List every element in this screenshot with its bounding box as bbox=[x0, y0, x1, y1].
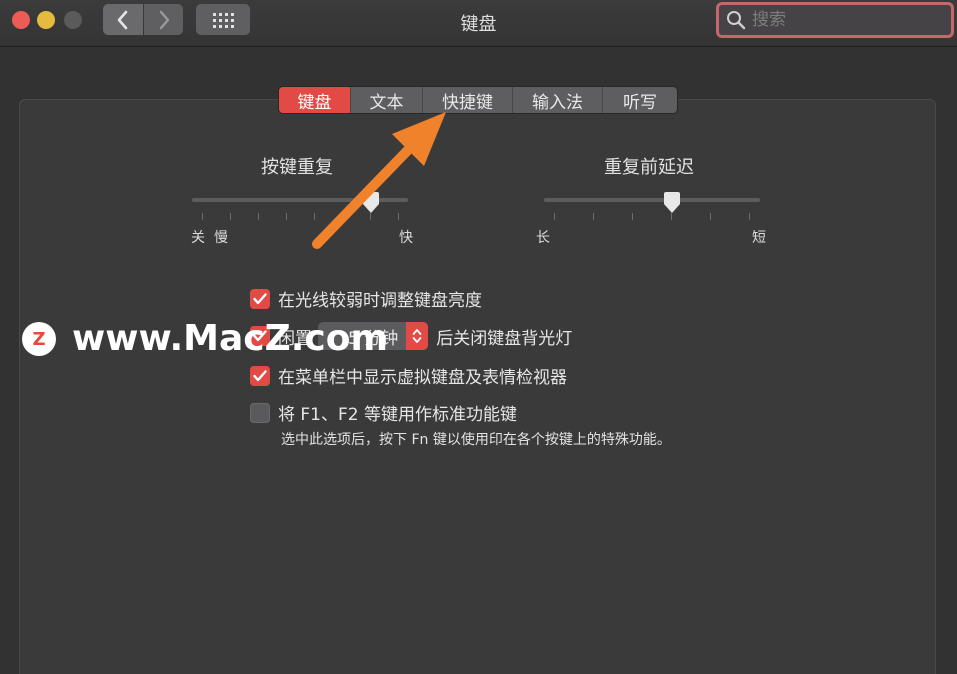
delay-repeat-track bbox=[544, 198, 760, 202]
tab-shortcuts[interactable]: 快捷键 bbox=[423, 87, 513, 113]
slider-tick bbox=[554, 213, 555, 220]
checkmark-icon bbox=[253, 369, 267, 381]
show-viewer-checkbox[interactable] bbox=[250, 365, 270, 386]
tab-input-sources[interactable]: 输入法 bbox=[513, 87, 603, 113]
adjust-brightness-label: 在光线较弱时调整键盘亮度 bbox=[278, 291, 482, 311]
fn-keys-label: 将 F1、F2 等键用作标准功能键 bbox=[278, 405, 517, 425]
slider-tick bbox=[593, 213, 594, 220]
tab-text[interactable]: 文本 bbox=[351, 87, 423, 113]
key-repeat-title: 按键重复 bbox=[261, 157, 333, 178]
adjust-brightness-option[interactable]: 在光线较弱时调整键盘亮度 bbox=[250, 286, 482, 311]
slider-tick bbox=[632, 213, 633, 220]
checkmark-icon bbox=[253, 292, 267, 304]
title-bar: 键盘 bbox=[0, 0, 957, 47]
show-viewer-label: 在菜单栏中显示虚拟键盘及表情检视器 bbox=[278, 368, 567, 388]
logo-letter: Z bbox=[32, 329, 45, 350]
key-repeat-off-label: 关 bbox=[191, 230, 205, 246]
slider-tick bbox=[671, 213, 672, 220]
fn-keys-option[interactable]: 将 F1、F2 等键用作标准功能键 bbox=[250, 400, 517, 425]
delay-repeat-title: 重复前延迟 bbox=[604, 157, 694, 178]
fn-keys-note: 选中此选项后，按下 Fn 键以使用印在各个按键上的特殊功能。 bbox=[281, 432, 671, 448]
adjust-brightness-checkbox[interactable] bbox=[250, 288, 270, 309]
watermark: Z www.MacZ.com bbox=[22, 318, 388, 359]
slider-tick bbox=[258, 213, 259, 220]
search-icon bbox=[727, 11, 746, 30]
key-repeat-thumb[interactable] bbox=[361, 192, 381, 214]
slider-tick bbox=[342, 213, 343, 220]
slider-tick bbox=[749, 213, 750, 220]
slider-tick bbox=[398, 213, 399, 220]
backlight-off-suffix: 后关闭键盘背光灯 bbox=[436, 328, 573, 349]
watermark-text: www.MacZ.com bbox=[72, 318, 388, 359]
tab-keyboard[interactable]: 键盘 bbox=[279, 87, 351, 113]
delay-short-label: 短 bbox=[752, 230, 766, 246]
slider-tick bbox=[370, 213, 371, 220]
key-repeat-slow-label: 慢 bbox=[214, 230, 228, 246]
slider-tick bbox=[286, 213, 287, 220]
fn-keys-checkbox[interactable] bbox=[250, 402, 270, 423]
slider-tick bbox=[710, 213, 711, 220]
tab-dictation[interactable]: 听写 bbox=[603, 87, 677, 113]
slider-tick bbox=[202, 213, 203, 220]
popup-arrows-icon bbox=[406, 322, 429, 350]
slider-tick bbox=[230, 213, 231, 220]
search-input[interactable] bbox=[752, 10, 932, 30]
search-field[interactable] bbox=[716, 2, 954, 38]
slider-tick bbox=[314, 213, 315, 220]
show-viewer-option[interactable]: 在菜单栏中显示虚拟键盘及表情检视器 bbox=[250, 363, 567, 388]
key-repeat-fast-label: 快 bbox=[399, 230, 413, 246]
tab-bar: 键盘 文本 快捷键 输入法 听写 bbox=[278, 86, 678, 114]
delay-long-label: 长 bbox=[536, 230, 550, 246]
macz-logo-icon: Z bbox=[22, 321, 56, 356]
delay-repeat-thumb[interactable] bbox=[662, 192, 682, 214]
